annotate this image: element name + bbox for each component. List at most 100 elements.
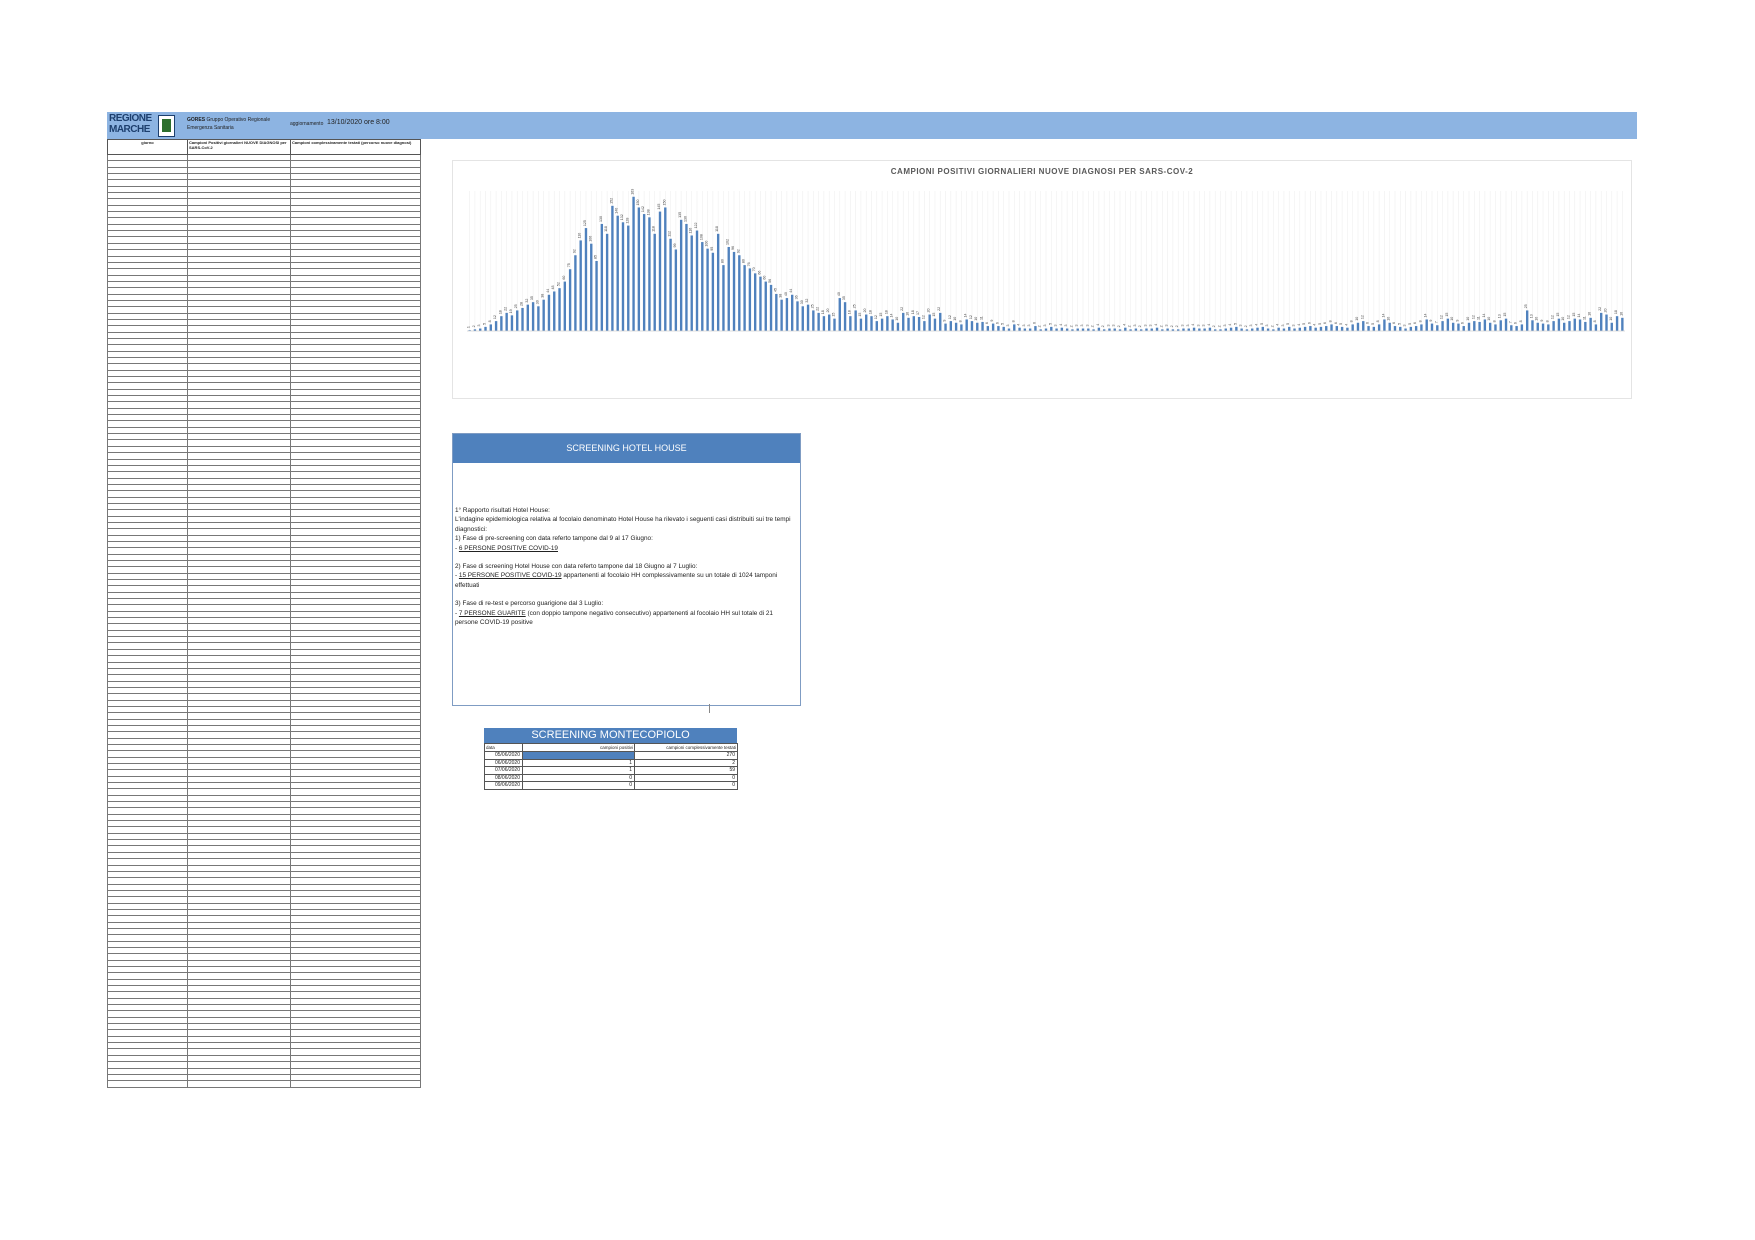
chart-data-label: 3: [1239, 325, 1243, 327]
chart-bar: [917, 317, 921, 331]
chart-data-label: 20: [826, 309, 830, 313]
chart-data-label: 5: [1408, 323, 1412, 325]
phase-1-positive: 6 PERSONE POSITIVE COVID-19: [458, 544, 558, 552]
chart-bar: [1414, 326, 1418, 331]
chart-bar: [859, 318, 863, 331]
table-header-row: giorno Campioni Positivi giornalieri NUO…: [107, 139, 421, 155]
chart-data-label: 18: [884, 310, 888, 314]
chart-data-label: 8: [1545, 320, 1549, 322]
chart-bar: [1409, 326, 1413, 331]
chart-bar: [997, 326, 1000, 331]
chart-data-label: 80: [720, 259, 724, 263]
chart-data-label: 135: [678, 212, 682, 218]
chart-bar: [1261, 326, 1264, 331]
chart-data-label: 108: [699, 234, 703, 240]
cell-positivi: [187, 1080, 291, 1088]
chart-data-label: 60: [763, 276, 767, 280]
chart-bar: [1124, 327, 1127, 331]
chart-bar: [1594, 324, 1598, 331]
chart-data-label: 3: [1075, 325, 1079, 327]
chart-bar: [1192, 327, 1196, 331]
chart-data-label: 13: [1529, 314, 1533, 318]
chart-bar: [1256, 327, 1259, 331]
chart-bar: [1478, 321, 1481, 331]
chart-data-label: 8: [1011, 320, 1015, 322]
chart-data-label: 9: [1429, 320, 1433, 322]
chart-data-label: 22: [504, 307, 508, 311]
chart-bar: [1494, 324, 1497, 331]
chart-data-label: 14: [964, 313, 968, 317]
cell-testati: 270: [634, 751, 738, 760]
chart-data-label: 18: [821, 310, 825, 314]
chart-data-label: 38: [541, 294, 545, 298]
col-header-positivi: Campioni Positivi giornalieri NUOVE DIAG…: [187, 139, 291, 155]
chart-data-label: 138: [646, 209, 650, 215]
phase-2-result: - 15 PERSONE POSITIVE COVID-19 appartene…: [455, 572, 778, 589]
chart-bar: [1356, 322, 1360, 331]
chart-data-label: 30: [535, 300, 539, 304]
chart-bar: [1097, 327, 1101, 331]
chart-bar: [738, 255, 741, 331]
chart-data-label: 15: [858, 313, 862, 317]
chart-bar: [500, 316, 503, 331]
chart-data-label: 9: [1540, 320, 1544, 322]
chart-data-label: 10: [895, 317, 899, 321]
chart-data-label: 2: [1138, 325, 1142, 327]
chart-bar: [1457, 323, 1460, 331]
chart-bar: [970, 321, 974, 331]
chart-bar: [780, 299, 783, 331]
chart-data-label: 7: [1508, 321, 1512, 323]
chart-bar: [981, 321, 984, 331]
cell-data: 08/06/2020: [484, 773, 523, 782]
chart-bar: [1309, 326, 1312, 331]
chart-bar: [510, 315, 514, 331]
chart-data-label: 118: [604, 226, 608, 232]
chart-bar: [690, 235, 693, 331]
gores-label: GORES Gruppo Operativo Regionale Emergen…: [187, 116, 297, 132]
chart-data-label: 150: [636, 199, 640, 205]
chart-data-label: 3: [1143, 325, 1147, 327]
hotel-house-report: 1° Rapporto risultati Hotel House: L'ind…: [455, 506, 795, 627]
chart-data-label: 112: [668, 231, 672, 237]
chart-data-label: 35: [842, 296, 846, 300]
hotel-house-title: SCREENING HOTEL HOUSE: [453, 434, 800, 463]
chart-bar: [939, 312, 942, 331]
chart-data-label: 1: [467, 326, 471, 328]
chart-data-label: 102: [726, 239, 730, 245]
chart-bar: [1430, 323, 1434, 331]
phase-2-positive: 15 PERSONE POSITIVE COVID-19: [458, 572, 562, 580]
chart-bar: [849, 316, 852, 331]
chart-bar: [933, 318, 937, 331]
chart-data-label: 8: [1376, 320, 1380, 322]
chart-data-label: 48: [551, 285, 555, 289]
chart-bar: [1589, 317, 1592, 331]
chart-data-label: 3: [1133, 325, 1137, 327]
chart-data-label: 10: [1450, 317, 1454, 321]
chart-data-label: 3: [477, 325, 481, 327]
phase-3-result: - 7 PERSONE GUARITE (con doppio tampone …: [455, 609, 773, 627]
chart-bar: [828, 314, 831, 331]
chart-bar: [1578, 319, 1582, 331]
chart-data-label: 76: [747, 262, 751, 266]
chart-data-label: 118: [652, 226, 656, 232]
chart-bar: [553, 291, 556, 331]
chart-data-label: 96: [731, 246, 735, 250]
chart-bar: [902, 312, 905, 331]
chart-bar: [1372, 326, 1376, 331]
chart-bar: [1610, 322, 1613, 331]
chart-data-label: 12: [921, 315, 925, 319]
chart-bar: [806, 304, 810, 331]
regione-marche-logo: REGIONE MARCHE: [108, 113, 175, 138]
chart-data-label: 5: [1339, 323, 1343, 325]
chart-data-label: 38: [779, 294, 783, 298]
chart-bar: [764, 281, 767, 331]
chart-data-label: 3: [1281, 325, 1285, 327]
chart-data-label: 8: [1329, 320, 1333, 322]
chart-data-label: 22: [937, 307, 941, 311]
chart-data-label: 12: [969, 315, 973, 319]
chart-data-label: 15: [1556, 313, 1560, 317]
chart-bar: [1399, 326, 1402, 331]
chart-data-label: 2: [1069, 325, 1073, 327]
chart-bar: [907, 317, 910, 331]
chart-bar: [1002, 326, 1005, 331]
